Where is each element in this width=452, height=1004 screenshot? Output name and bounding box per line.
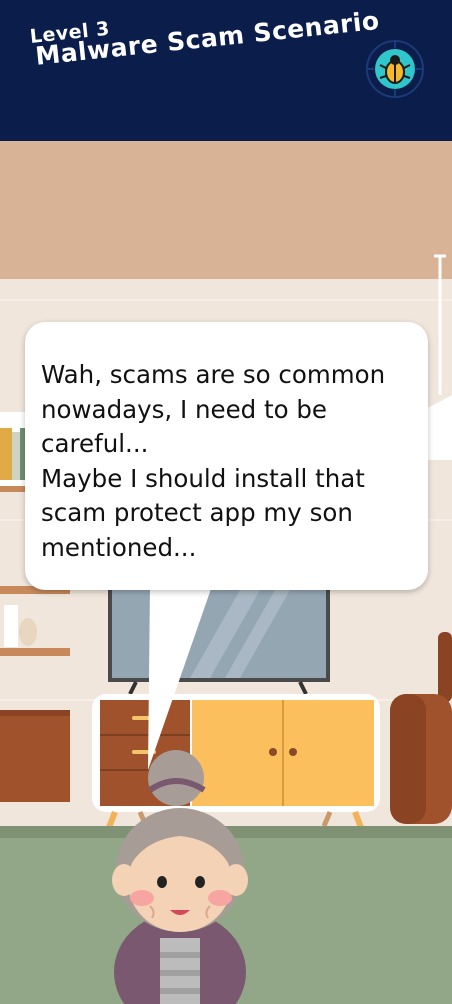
level-header: Level 3 Malware Scam Scenario — [0, 0, 452, 141]
television — [108, 590, 330, 695]
upper-wall — [0, 141, 452, 279]
dialogue-text: Wah, scams are so common nowadays, I nee… — [41, 360, 386, 562]
cabinet — [92, 694, 380, 832]
scenario-title: Malware Scam Scenario — [34, 5, 381, 71]
bug-shield-icon — [366, 40, 424, 98]
